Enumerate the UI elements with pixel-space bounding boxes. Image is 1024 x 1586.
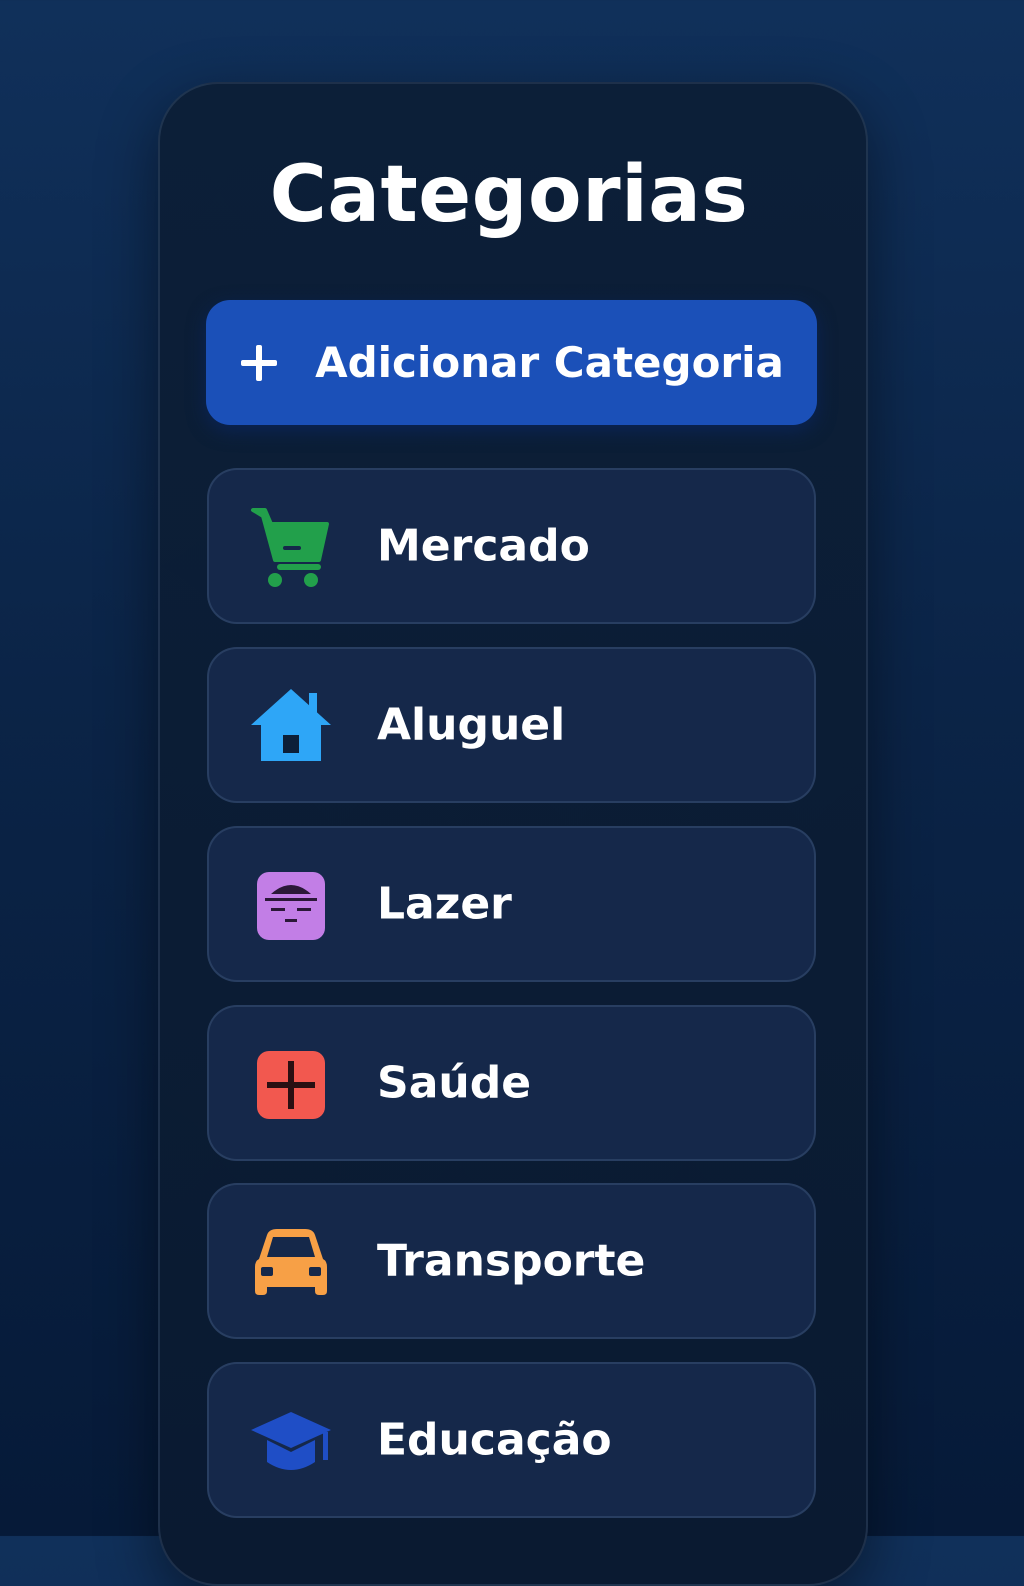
plus-icon: [241, 344, 278, 381]
add-category-button[interactable]: Adicionar Categoria: [206, 300, 817, 425]
category-label: Mercado: [377, 520, 590, 572]
house-icon: [249, 685, 333, 769]
add-category-label: Adicionar Categoria: [315, 338, 784, 387]
category-label: Saúde: [377, 1057, 532, 1109]
category-item-transporte[interactable]: Transporte: [207, 1183, 816, 1339]
category-label: Transporte: [377, 1235, 646, 1287]
leisure-face-icon: [249, 864, 333, 948]
category-label: Educação: [377, 1414, 612, 1466]
category-label: Aluguel: [377, 699, 566, 751]
category-label: Lazer: [377, 878, 512, 930]
graduation-cap-icon: [249, 1400, 333, 1484]
category-item-educacao[interactable]: Educação: [207, 1362, 816, 1518]
page-title: Categorias: [269, 150, 749, 240]
health-cross-icon: [249, 1043, 333, 1127]
shopping-cart-icon: [249, 506, 333, 590]
category-item-saude[interactable]: Saúde: [207, 1005, 816, 1161]
car-icon: [249, 1221, 333, 1305]
category-item-aluguel[interactable]: Aluguel: [207, 647, 816, 803]
category-item-lazer[interactable]: Lazer: [207, 826, 816, 982]
category-item-mercado[interactable]: Mercado: [207, 468, 816, 624]
